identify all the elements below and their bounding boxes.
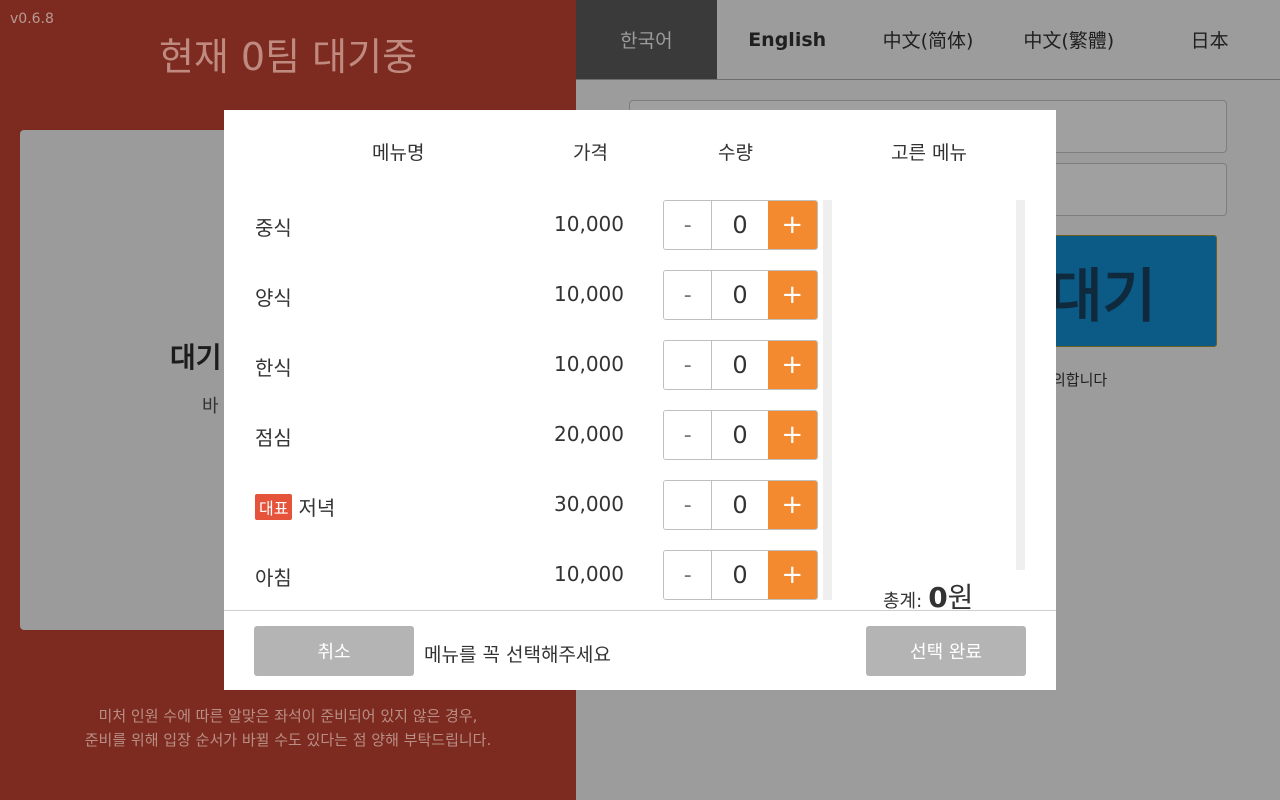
header-menu-name: 메뉴명 — [372, 142, 425, 164]
menu-item-name: 한식 — [255, 352, 292, 381]
menu-row: 중식 10,000 - 0 + — [224, 200, 824, 250]
header-chosen-menu: 고른 메뉴 — [891, 142, 967, 164]
notice-line: 미처 인원 수에 따른 알맞은 좌석이 준비되어 있지 않은 경우, — [98, 707, 478, 725]
language-tab-english[interactable]: English — [717, 0, 858, 79]
header-quantity: 수량 — [718, 142, 753, 164]
menu-item-price: 10,000 — [554, 562, 624, 586]
header-price: 가격 — [573, 142, 608, 164]
menu-select-modal: 메뉴명 가격 수량 고른 메뉴 중식 10,000 - 0 + 양식 10,00… — [224, 110, 1056, 690]
menu-item-name: 중식 — [255, 212, 292, 241]
card-title: 대기 — [170, 341, 222, 374]
quantity-stepper: - 0 + — [663, 340, 818, 390]
menu-list-scrollbar[interactable] — [823, 200, 832, 600]
wait-button[interactable]: 대기 — [1036, 235, 1217, 347]
menu-item-name: 점심 — [255, 422, 292, 451]
language-bar: 한국어 English 中文(简体) 中文(繁體) 日本 — [576, 0, 1280, 80]
quantity-value: 0 — [712, 551, 768, 599]
quantity-stepper: - 0 + — [663, 480, 818, 530]
signature-badge: 대표 — [255, 493, 293, 520]
menu-item-label: 저녁 — [298, 496, 336, 520]
done-button[interactable]: 선택 완료 — [866, 626, 1026, 676]
language-tab-chinese-simplified[interactable]: 中文(简体) — [858, 0, 999, 79]
notice-paragraph: 미처 인원 수에 따른 알맞은 좌석이 준비되어 있지 않은 경우, 준비를 위… — [0, 704, 576, 752]
decrease-button[interactable]: - — [664, 271, 713, 319]
menu-item-price: 30,000 — [554, 492, 624, 516]
increase-button[interactable]: + — [767, 551, 817, 599]
menu-row: 점심 20,000 - 0 + — [224, 410, 824, 460]
footer-divider — [224, 610, 1056, 611]
cancel-button[interactable]: 취소 — [254, 626, 414, 676]
menu-row: 한식 10,000 - 0 + — [224, 340, 824, 390]
card-subtitle: 바 — [202, 396, 219, 417]
version-label: v0.6.8 — [10, 11, 54, 27]
notice-line: 준비를 위해 입장 순서가 바뀔 수도 있다는 점 양해 부탁드립니다. — [84, 731, 492, 749]
menu-item-price: 10,000 — [554, 282, 624, 306]
menu-item-label: 점심 — [255, 426, 292, 450]
menu-list: 중식 10,000 - 0 + 양식 10,000 - 0 + 한식 10,00… — [224, 200, 824, 600]
quantity-stepper: - 0 + — [663, 410, 818, 460]
menu-row: 대표 저녁 30,000 - 0 + — [224, 480, 824, 530]
language-tab-chinese-traditional[interactable]: 中文(繁體) — [998, 0, 1139, 79]
menu-row: 양식 10,000 - 0 + — [224, 270, 824, 320]
chosen-list-scrollbar[interactable] — [1016, 200, 1025, 570]
increase-button[interactable]: + — [767, 481, 817, 529]
wait-count-title: 현재 0팀 대기중 — [158, 35, 418, 79]
menu-item-price: 10,000 — [554, 212, 624, 236]
menu-item-name: 양식 — [255, 282, 292, 311]
menu-item-price: 20,000 — [554, 422, 624, 446]
decrease-button[interactable]: - — [664, 201, 713, 249]
menu-item-label: 한식 — [255, 356, 292, 380]
language-tab-japanese[interactable]: 日本 — [1139, 0, 1280, 79]
menu-item-label: 중식 — [255, 216, 292, 240]
quantity-stepper: - 0 + — [663, 550, 818, 600]
menu-item-label: 양식 — [255, 286, 292, 310]
quantity-stepper: - 0 + — [663, 270, 818, 320]
increase-button[interactable]: + — [767, 411, 817, 459]
quantity-value: 0 — [712, 271, 768, 319]
agree-text: 의합니다 — [1052, 371, 1108, 389]
menu-row: 아침 10,000 - 0 + — [224, 550, 824, 600]
menu-item-price: 10,000 — [554, 352, 624, 376]
increase-button[interactable]: + — [767, 341, 817, 389]
selection-hint: 메뉴를 꼭 선택해주세요 — [424, 644, 611, 666]
menu-item-label: 아침 — [255, 566, 292, 590]
quantity-value: 0 — [712, 411, 768, 459]
quantity-value: 0 — [712, 201, 768, 249]
decrease-button[interactable]: - — [664, 411, 713, 459]
language-tab-korean[interactable]: 한국어 — [576, 0, 717, 79]
quantity-value: 0 — [712, 481, 768, 529]
quantity-value: 0 — [712, 341, 768, 389]
decrease-button[interactable]: - — [664, 341, 713, 389]
increase-button[interactable]: + — [767, 201, 817, 249]
quantity-stepper: - 0 + — [663, 200, 818, 250]
increase-button[interactable]: + — [767, 271, 817, 319]
decrease-button[interactable]: - — [664, 551, 713, 599]
menu-item-name: 대표 저녁 — [255, 492, 335, 521]
menu-item-name: 아침 — [255, 562, 292, 591]
decrease-button[interactable]: - — [664, 481, 713, 529]
